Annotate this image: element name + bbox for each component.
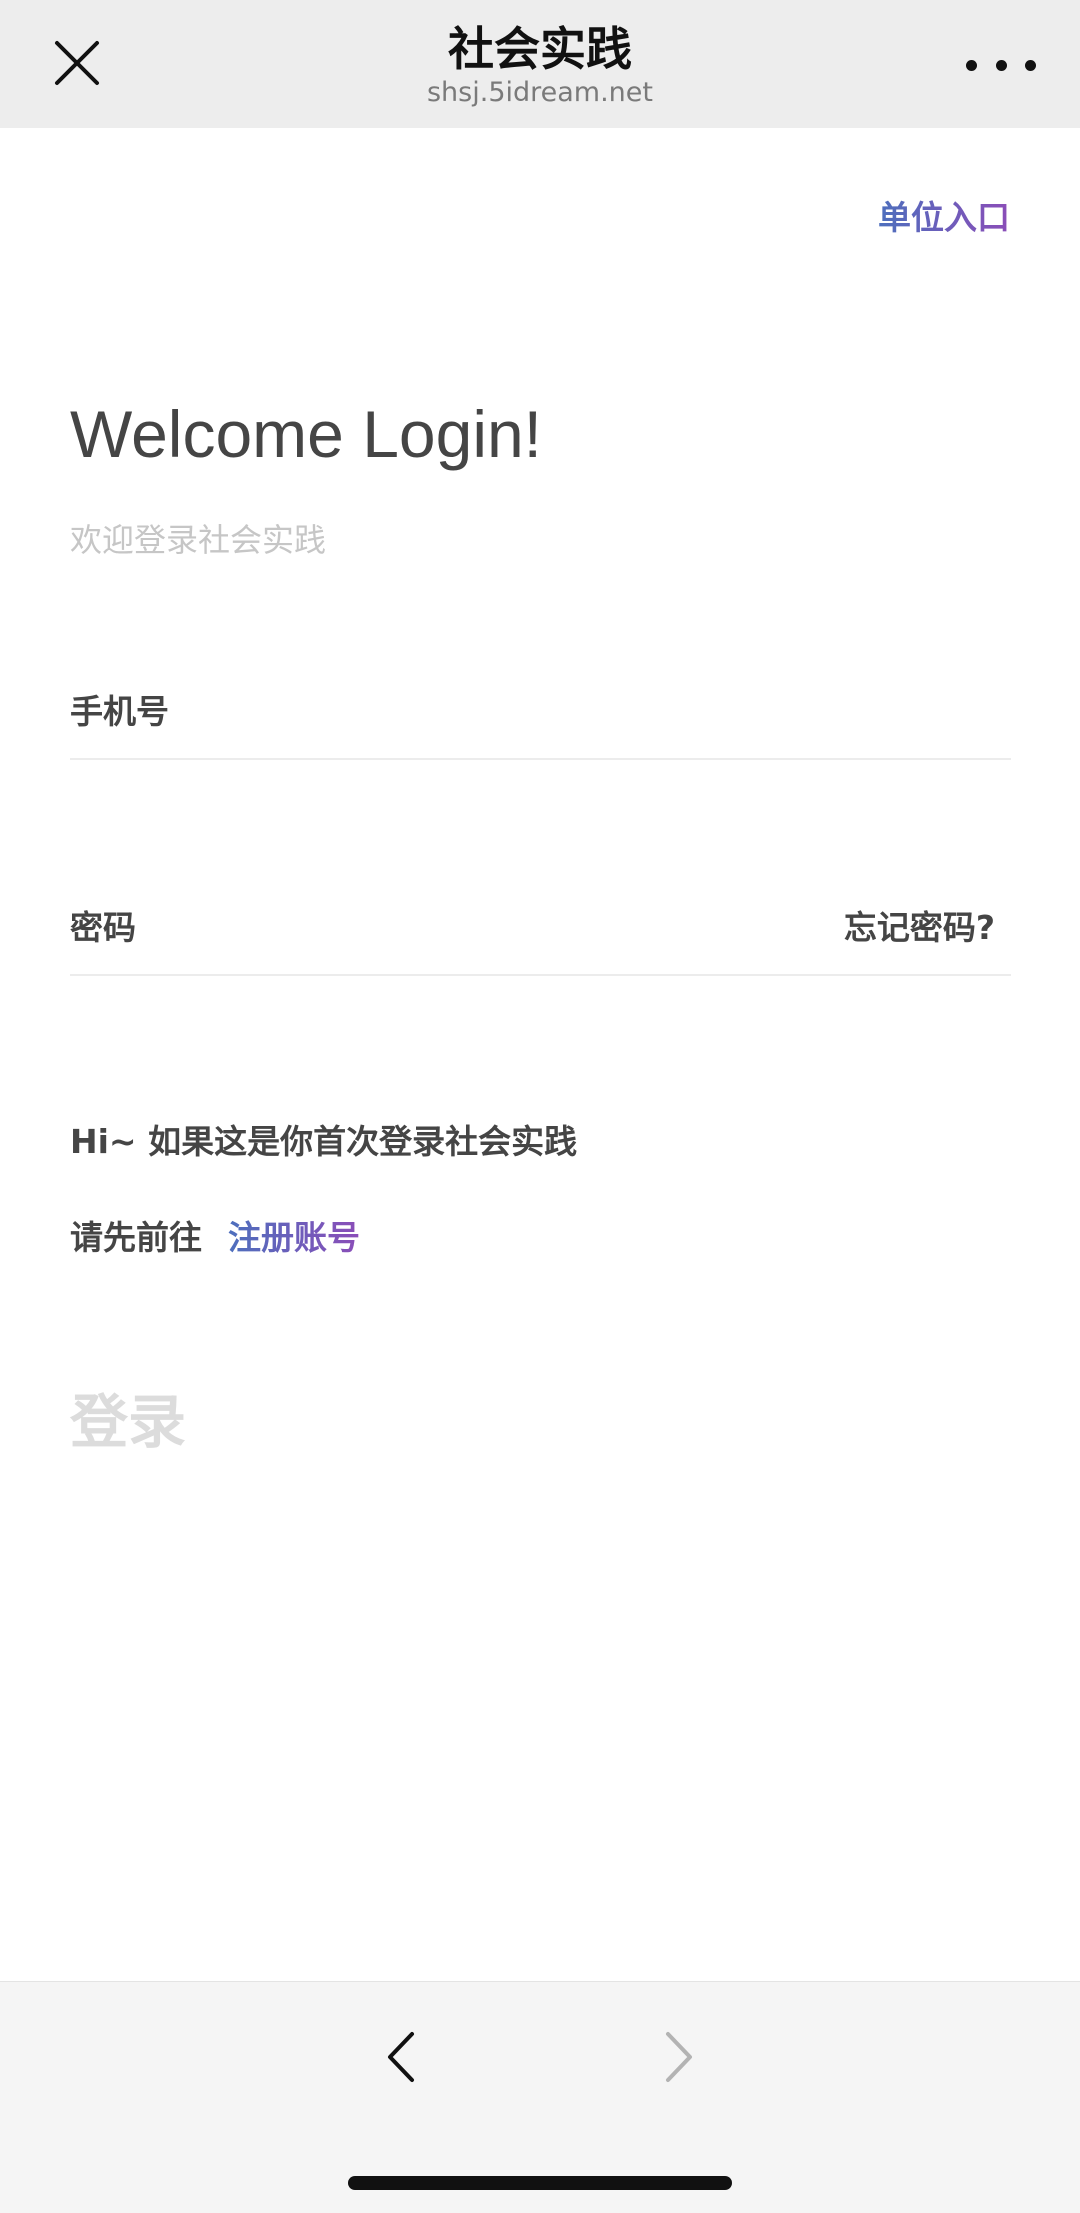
phone-field: 手机号	[70, 660, 1011, 760]
welcome-title: Welcome Login!	[70, 397, 543, 471]
forgot-password-link[interactable]: 忘记密码?	[844, 906, 995, 950]
forward-button[interactable]	[654, 2022, 704, 2092]
phone-label: 手机号	[70, 692, 169, 731]
page: 社会实践 shsj.5idream.net 单位入口 Welcome Login…	[0, 0, 1080, 2213]
chevron-left-icon	[388, 2032, 414, 2082]
phone-input[interactable]	[200, 680, 800, 744]
chevron-right-icon	[666, 2032, 692, 2082]
login-button[interactable]: 登录	[70, 1384, 186, 1460]
password-input[interactable]	[200, 896, 800, 960]
back-button[interactable]	[376, 2022, 426, 2092]
unit-entry-link[interactable]: 单位入口	[878, 196, 1010, 240]
password-label: 密码	[70, 908, 136, 947]
page-title: 社会实践	[448, 22, 632, 76]
more-icon-dot	[1025, 59, 1036, 71]
page-url: shsj.5idream.net	[426, 77, 653, 108]
register-link[interactable]: 注册账号	[228, 1216, 360, 1260]
welcome-subtitle: 欢迎登录社会实践	[70, 521, 327, 559]
password-field: 密码 忘记密码?	[70, 876, 1011, 976]
more-icon-dot	[995, 59, 1007, 71]
home-indicator[interactable]	[348, 2176, 732, 2190]
more-icon	[966, 59, 977, 71]
register-hint: 请先前往	[70, 1218, 202, 1257]
more-button[interactable]	[966, 40, 1036, 90]
first-login-hint: Hi~ 如果这是你首次登录社会实践	[70, 1122, 578, 1161]
header-bar: 社会实践 shsj.5idream.net	[0, 0, 1080, 128]
